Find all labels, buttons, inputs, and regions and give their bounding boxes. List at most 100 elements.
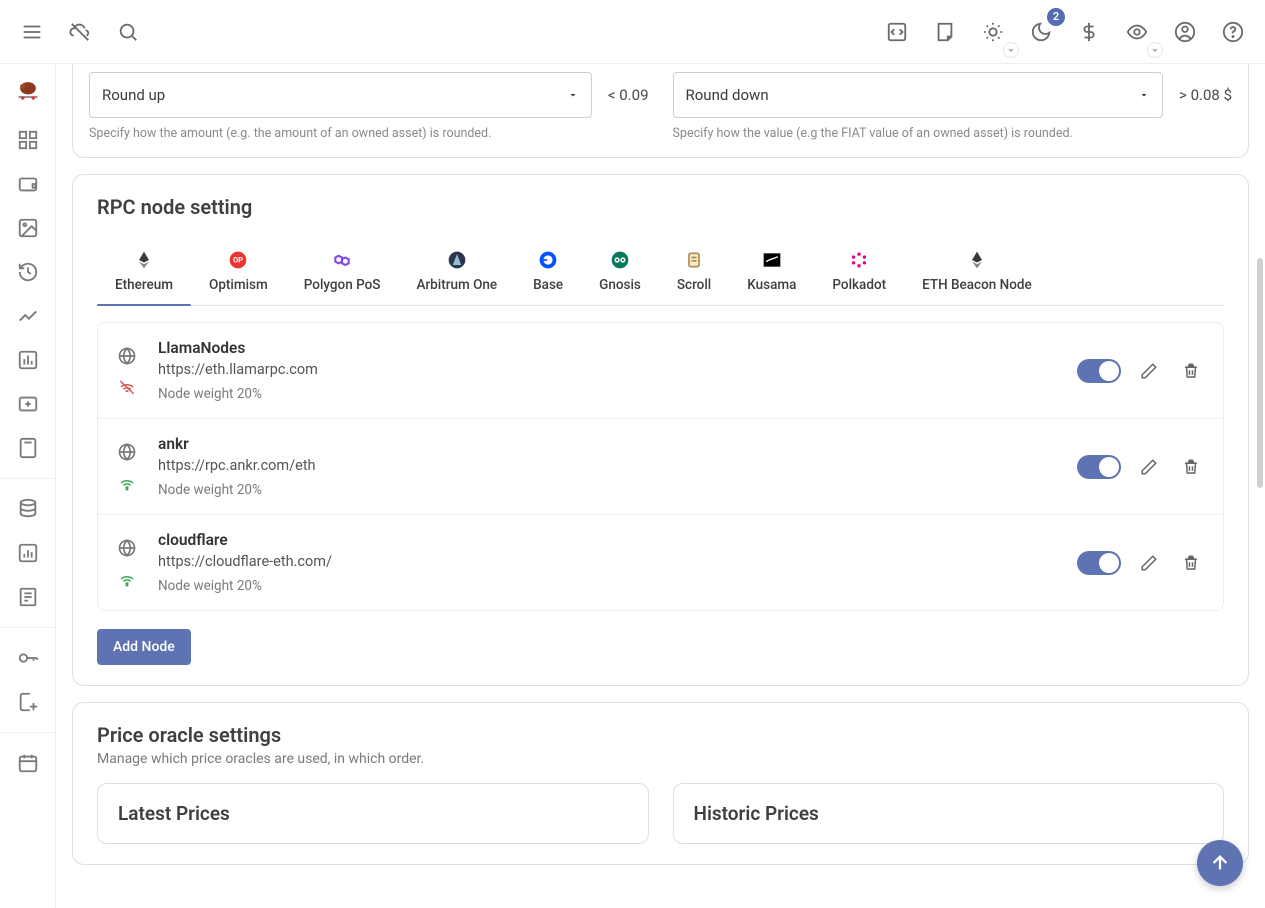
tab-arbitrum[interactable]: Arbitrum One xyxy=(398,239,515,305)
rpc-title: RPC node setting xyxy=(97,195,1224,219)
trash-icon xyxy=(1182,554,1200,572)
pencil-icon xyxy=(1140,458,1158,476)
tab-polkadot[interactable]: Polkadot xyxy=(814,239,904,305)
optimism-icon: OP xyxy=(227,249,249,271)
node-row: cloudflare https://cloudflare-eth.com/ N… xyxy=(98,515,1223,610)
moon-icon xyxy=(1030,21,1052,43)
globe-icon xyxy=(117,538,137,558)
edit-node-button[interactable] xyxy=(1135,549,1163,577)
tab-scroll[interactable]: Scroll xyxy=(659,239,729,305)
value-rounding-helper: Specify how the value (e.g the FIAT valu… xyxy=(673,126,1233,141)
sidebar-item-dashboard[interactable] xyxy=(8,120,48,160)
sidebar-item-docs[interactable] xyxy=(8,577,48,617)
code-frame-icon xyxy=(886,21,908,43)
rpc-network-tabs: Ethereum OP Optimism Polygon PoS Arbitru… xyxy=(97,239,1224,306)
node-list[interactable]: LlamaNodes https://eth.llamarpc.com Node… xyxy=(97,322,1224,611)
topbar-right-group: 2 xyxy=(877,12,1253,52)
arbitrum-icon xyxy=(446,249,468,271)
notifications-button[interactable]: 2 xyxy=(1021,12,1061,52)
tab-label: Polkadot xyxy=(832,277,886,293)
sidebar-item-import[interactable] xyxy=(8,682,48,722)
node-name: cloudflare xyxy=(158,531,1057,549)
main-content: Round up < 0.09 Specify how the amount (… xyxy=(56,64,1265,908)
tab-label: Arbitrum One xyxy=(416,277,497,293)
node-info: cloudflare https://cloudflare-eth.com/ N… xyxy=(158,531,1057,594)
node-name: LlamaNodes xyxy=(158,339,1057,357)
scroll-to-top-fab[interactable] xyxy=(1197,840,1243,886)
add-node-button[interactable]: Add Node xyxy=(97,629,191,665)
chevron-down-icon[interactable] xyxy=(1003,42,1019,58)
node-status-icons xyxy=(116,346,138,396)
chevron-down-icon xyxy=(567,89,579,101)
menu-button[interactable] xyxy=(12,12,52,52)
tab-label: Gnosis xyxy=(599,277,641,293)
node-status-icons xyxy=(116,538,138,588)
node-enable-toggle[interactable] xyxy=(1077,455,1121,479)
cloud-off-button[interactable] xyxy=(60,12,100,52)
sidebar-item-history[interactable] xyxy=(8,252,48,292)
wifi-on-icon xyxy=(118,474,136,492)
sidebar-separator xyxy=(0,627,55,628)
dollar-icon xyxy=(1078,21,1100,43)
privacy-button[interactable] xyxy=(1117,12,1157,52)
sidebar-item-reports[interactable] xyxy=(8,533,48,573)
delete-node-button[interactable] xyxy=(1177,357,1205,385)
app-logo[interactable] xyxy=(14,76,42,104)
sidebar-item-accounts[interactable] xyxy=(8,164,48,204)
chevron-down-icon[interactable] xyxy=(1147,42,1163,58)
sidebar-item-calculator[interactable] xyxy=(8,428,48,468)
edit-node-button[interactable] xyxy=(1135,357,1163,385)
code-frame-button[interactable] xyxy=(877,12,917,52)
sidebar-item-calendar[interactable] xyxy=(8,743,48,783)
trash-icon xyxy=(1182,362,1200,380)
sidebar-item-bars[interactable] xyxy=(8,340,48,380)
sidebar-item-deposit[interactable] xyxy=(8,384,48,424)
sidebar-item-api-keys[interactable] xyxy=(8,638,48,678)
wifi-on-icon xyxy=(118,570,136,588)
sidebar-item-statistics[interactable] xyxy=(8,296,48,336)
tab-optimism[interactable]: OP Optimism xyxy=(191,239,286,305)
tab-kusama[interactable]: Kusama xyxy=(729,239,814,305)
node-weight: Node weight 20% xyxy=(158,482,1057,498)
note-button[interactable] xyxy=(925,12,965,52)
oracle-grid: Latest Prices Historic Prices xyxy=(97,783,1224,844)
node-url: https://cloudflare-eth.com/ xyxy=(158,553,1057,570)
notification-badge: 2 xyxy=(1047,8,1065,26)
base-icon xyxy=(537,249,559,271)
eye-icon xyxy=(1126,21,1148,43)
topbar-left-group xyxy=(12,12,148,52)
tab-base[interactable]: Base xyxy=(515,239,581,305)
sidebar-item-database[interactable] xyxy=(8,489,48,529)
node-info: LlamaNodes https://eth.llamarpc.com Node… xyxy=(158,339,1057,402)
tab-polygon[interactable]: Polygon PoS xyxy=(286,239,399,305)
node-enable-toggle[interactable] xyxy=(1077,551,1121,575)
account-button[interactable] xyxy=(1165,12,1205,52)
tab-gnosis[interactable]: Gnosis xyxy=(581,239,659,305)
search-button[interactable] xyxy=(108,12,148,52)
node-url: https://eth.llamarpc.com xyxy=(158,361,1057,378)
page-scrollbar[interactable] xyxy=(1257,258,1263,488)
tab-eth-beacon[interactable]: ETH Beacon Node xyxy=(904,239,1050,305)
help-icon xyxy=(1222,21,1244,43)
search-icon xyxy=(117,21,139,43)
latest-prices-panel: Latest Prices xyxy=(97,783,649,844)
historic-prices-panel: Historic Prices xyxy=(673,783,1225,844)
sidebar-separator xyxy=(0,478,55,479)
edit-node-button[interactable] xyxy=(1135,453,1163,481)
currency-button[interactable] xyxy=(1069,12,1109,52)
sun-icon xyxy=(982,21,1004,43)
historic-prices-title: Historic Prices xyxy=(694,802,1204,825)
tab-label: Kusama xyxy=(747,277,796,293)
theme-light-button[interactable] xyxy=(973,12,1013,52)
note-icon xyxy=(934,21,956,43)
node-enable-toggle[interactable] xyxy=(1077,359,1121,383)
scroll-icon xyxy=(683,249,705,271)
value-rounding-select[interactable]: Round down xyxy=(673,72,1164,118)
amount-rounding-select[interactable]: Round up xyxy=(89,72,592,118)
sidebar-item-nfts[interactable] xyxy=(8,208,48,248)
help-button[interactable] xyxy=(1213,12,1253,52)
delete-node-button[interactable] xyxy=(1177,453,1205,481)
delete-node-button[interactable] xyxy=(1177,549,1205,577)
tab-ethereum[interactable]: Ethereum xyxy=(97,239,191,305)
rounding-settings-card: Round up < 0.09 Specify how the amount (… xyxy=(72,64,1249,158)
